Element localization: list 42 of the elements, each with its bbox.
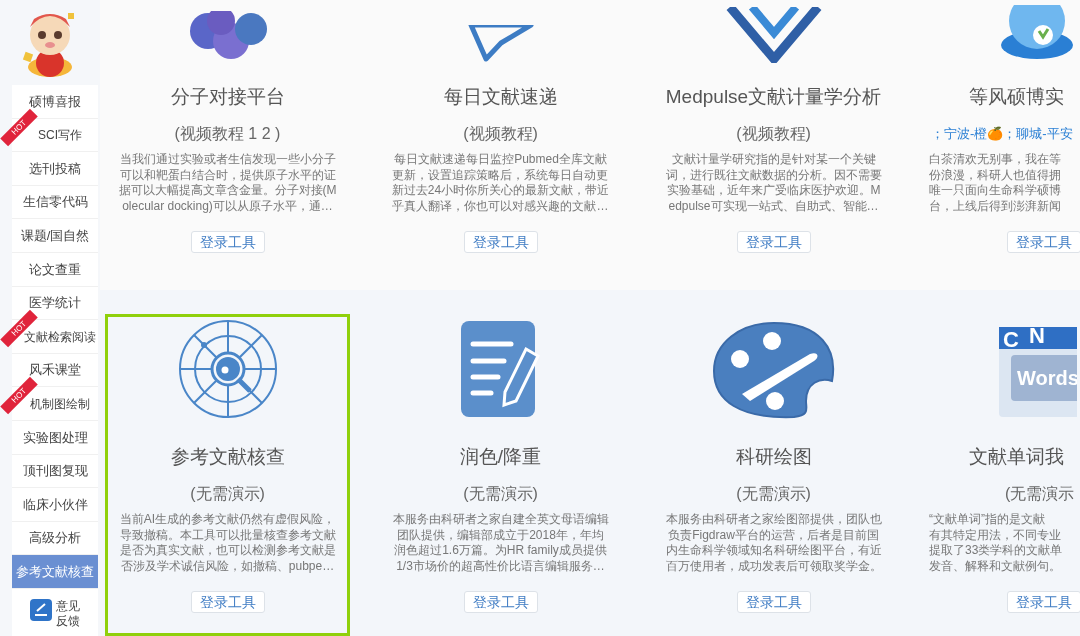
card-description: 本服务由科研者之家绘图部提供，团队也 负责Figdraw平台的运营，后者是目前国 内生命科学领域知名科研绘图平台，有近 百万使用者，成功发表后可领取奖学金。	[665, 512, 882, 574]
sidebar-item[interactable]: 课题/国自然	[12, 219, 98, 254]
lattice-icon	[725, 7, 822, 63]
card-title: 科研绘图	[735, 445, 812, 469]
card-description: 当我们通过实验或者生信发现一些小分子 可以和靶蛋白结合时，提供原子水平的证 据可以大幅提高文章含金量。分子对接(M olecular docking)可以从原子水平，通…	[118, 152, 337, 214]
card-title: Medpulse文献计量学分析	[665, 85, 882, 109]
edit-icon	[30, 599, 52, 621]
sidebar-item[interactable]: 实验图处理	[12, 421, 98, 455]
sidebar-item[interactable]: 顶刊图复现	[12, 454, 98, 489]
card-subtitle: (视频教程)	[463, 124, 538, 144]
login-tool-button[interactable]: 登录工具	[1007, 591, 1080, 613]
card-subtitle: (无需演示)	[736, 484, 811, 504]
card-title: 参考文献核查	[170, 445, 285, 469]
login-tool-button[interactable]: 登录工具	[736, 591, 811, 613]
card-subtitle[interactable]: ；宁波-橙🍊；聊城-平安	[927, 123, 1073, 145]
card-title: 文献单词我	[968, 445, 1064, 469]
login-tool-button[interactable]: 登录工具	[1007, 231, 1080, 253]
login-tool-button[interactable]: 登录工具	[736, 231, 811, 253]
card-description: 当前AI生成的参考文献仍然有虚假风险， 导致撤稿。本工具可以批量核查参考文献 是否为真实文献，也可以检测参考文献是 否涉及学术诚信风险，如撤稿、pubpe…	[119, 512, 336, 574]
sidebar-item[interactable]: 选刊投稿	[12, 152, 98, 186]
sidebar-item[interactable]: 论文查重	[12, 253, 98, 287]
login-tool-button[interactable]: 登录工具	[463, 591, 538, 613]
card-description: “文献单词”指的是文献 有其特定用法，不同专业 提取了33类学科的文献单 发音、解释和文献例句。	[928, 512, 1063, 574]
sidebar-item[interactable]: 生信零代码	[12, 185, 98, 220]
card-title: 等风硕博实	[968, 85, 1064, 109]
card-subtitle: (无需演示	[1004, 484, 1075, 504]
card-title: 每日文献速递	[443, 85, 558, 109]
card-description: 文献计量学研究指的是针对某一个关键 词，进行既往文献数据的分析。因不需要 实验基础，近年来广受临床医护欢迎。M edpulse可实现一站式、自助式、智能…	[665, 152, 882, 214]
card-title: 润色/降重	[459, 445, 542, 469]
card-description: 白茶清欢无别事，我在等 份浪漫，科研人也值得拥 唯一只面向生命科学硕博 台，上线后得到澎湃新闻	[928, 152, 1061, 214]
radar-search-icon	[177, 319, 278, 419]
card-description: 每日文献速递每日监控Pubmed全库文献 更新，设置追踪策略后，系统每日自动更 新过去24小时你所关心的最新文献，带近 乎真人翻译，你也可以对感兴趣的文献…	[391, 152, 610, 214]
card-subtitle: (视频教程)	[736, 124, 811, 144]
card-subtitle: (无需演示)	[190, 484, 265, 504]
card-title: 分子对接平台	[170, 85, 285, 109]
sidebar-item[interactable]: 临床小伙伴	[12, 488, 98, 522]
card-description: 本服务由科研者之家自建全英文母语编辑 团队提供，编辑部成立于2018年，年均 润色超过1.6万篇。为HR family成员提供 1/3市场价的超高性价比语言编辑服务…	[392, 512, 609, 574]
card-subtitle: (视频教程 1 2 )	[174, 124, 281, 144]
login-tool-button[interactable]: 登录工具	[463, 231, 538, 253]
login-tool-button[interactable]: 登录工具	[190, 591, 265, 613]
login-tool-button[interactable]: 登录工具	[190, 231, 265, 253]
card-subtitle: (无需演示)	[463, 484, 538, 504]
